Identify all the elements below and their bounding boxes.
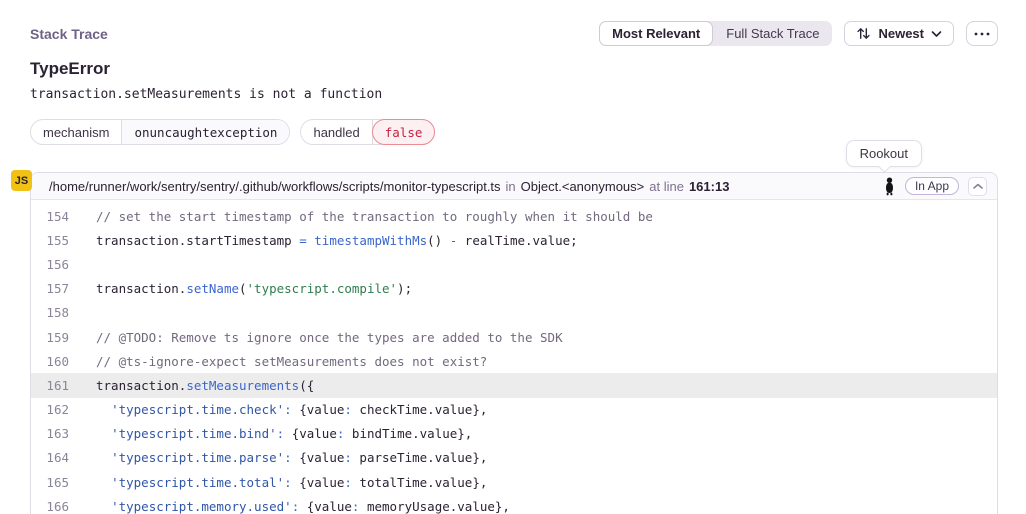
code-line-162: 162 'typescript.time.check': {value: che… xyxy=(31,398,997,422)
tag-pill-handled: handled false xyxy=(300,119,435,145)
code-text: 'typescript.memory.used': {value: memory… xyxy=(79,499,510,514)
frame-actions: In App xyxy=(883,177,987,196)
line-number: 159 xyxy=(31,330,79,345)
tag-value-error[interactable]: false xyxy=(372,119,436,145)
header-controls: Most Relevant Full Stack Trace Newest xyxy=(599,21,998,46)
tag-key: handled xyxy=(301,120,372,144)
frame-line-col: 161:13 xyxy=(689,179,729,194)
line-number: 161 xyxy=(31,378,79,393)
line-number: 162 xyxy=(31,402,79,417)
line-number: 166 xyxy=(31,499,79,514)
line-number: 155 xyxy=(31,233,79,248)
code-text: transaction.setName('typescript.compile'… xyxy=(79,281,412,296)
frame-in-label: in xyxy=(506,179,516,194)
sort-button[interactable]: Newest xyxy=(844,21,954,46)
tag-pill-mechanism: mechanism onuncaughtexception xyxy=(30,119,290,145)
code-text: // set the start timestamp of the transa… xyxy=(79,209,653,224)
code-line-165: 165 'typescript.time.total': {value: tot… xyxy=(31,470,997,494)
code-line-161: 161transaction.setMeasurements({ xyxy=(31,373,997,397)
rookout-tooltip: Rookout xyxy=(846,140,922,167)
code-text: // @TODO: Remove ts ignore once the type… xyxy=(79,330,563,345)
line-number: 165 xyxy=(31,475,79,490)
code-line-164: 164 'typescript.time.parse': {value: par… xyxy=(31,446,997,470)
code-line-156: 156 xyxy=(31,252,997,276)
code-line-159: 159// @TODO: Remove ts ignore once the t… xyxy=(31,325,997,349)
stack-frame: JS /home/runner/work/sentry/sentry/.gith… xyxy=(30,172,998,514)
section-title: Stack Trace xyxy=(30,26,108,42)
line-number: 154 xyxy=(31,209,79,224)
collapse-frame-button[interactable] xyxy=(968,177,987,196)
chevron-down-icon xyxy=(931,30,942,38)
error-message: transaction.setMeasurements is not a fun… xyxy=(30,87,998,102)
code-line-154: 154// set the start timestamp of the tra… xyxy=(31,204,997,228)
code-text: 'typescript.time.total': {value: totalTi… xyxy=(79,475,487,490)
line-number: 163 xyxy=(31,426,79,441)
line-number: 158 xyxy=(31,305,79,320)
code-text: 'typescript.time.bind': {value: bindTime… xyxy=(79,426,472,441)
code-line-158: 158 xyxy=(31,301,997,325)
code-text: transaction.setMeasurements({ xyxy=(79,378,314,393)
error-type-title: TypeError xyxy=(30,59,998,79)
more-options-button[interactable] xyxy=(966,21,998,46)
code-line-163: 163 'typescript.time.bind': {value: bind… xyxy=(31,422,997,446)
code-line-166: 166 'typescript.memory.used': {value: me… xyxy=(31,494,997,514)
toggle-most-relevant[interactable]: Most Relevant xyxy=(599,21,713,46)
code-lines: 154// set the start timestamp of the tra… xyxy=(31,200,997,514)
frame-at-label: at line xyxy=(649,179,684,194)
rookout-icon[interactable] xyxy=(883,177,896,196)
ellipsis-icon xyxy=(974,32,990,36)
line-number: 156 xyxy=(31,257,79,272)
frame-path: /home/runner/work/sentry/sentry/.github/… xyxy=(49,179,501,194)
code-line-157: 157transaction.setName('typescript.compi… xyxy=(31,277,997,301)
line-number: 164 xyxy=(31,450,79,465)
code-text: // @ts-ignore-expect setMeasurements doe… xyxy=(79,354,487,369)
frame-title: /home/runner/work/sentry/sentry/.github/… xyxy=(49,179,729,194)
chevron-up-icon xyxy=(973,183,983,190)
js-platform-icon: JS xyxy=(11,170,32,191)
frame-symbol: Object.<anonymous> xyxy=(521,179,645,194)
view-toggle: Most Relevant Full Stack Trace xyxy=(599,21,832,46)
line-number: 160 xyxy=(31,354,79,369)
sort-label: Newest xyxy=(878,26,924,41)
stack-trace-panel: Stack Trace Most Relevant Full Stack Tra… xyxy=(0,0,1026,514)
code-line-155: 155transaction.startTimestamp = timestam… xyxy=(31,228,997,252)
sort-arrows-icon xyxy=(856,26,871,41)
panel-header: Stack Trace Most Relevant Full Stack Tra… xyxy=(30,0,998,46)
code-text: transaction.startTimestamp = timestampWi… xyxy=(79,233,578,248)
in-app-badge: In App xyxy=(905,177,959,195)
code-text: 'typescript.time.parse': {value: parseTi… xyxy=(79,450,487,465)
tag-value[interactable]: onuncaughtexception xyxy=(122,120,289,144)
tag-key: mechanism xyxy=(31,120,122,144)
toggle-full-stack-trace[interactable]: Full Stack Trace xyxy=(713,21,832,46)
frame-header[interactable]: /home/runner/work/sentry/sentry/.github/… xyxy=(31,173,997,200)
code-line-160: 160// @ts-ignore-expect setMeasurements … xyxy=(31,349,997,373)
stack-frame-wrapper: Rookout JS /home/runner/work/sentry/sent… xyxy=(30,172,998,514)
line-number: 157 xyxy=(31,281,79,296)
code-text: 'typescript.time.check': {value: checkTi… xyxy=(79,402,487,417)
